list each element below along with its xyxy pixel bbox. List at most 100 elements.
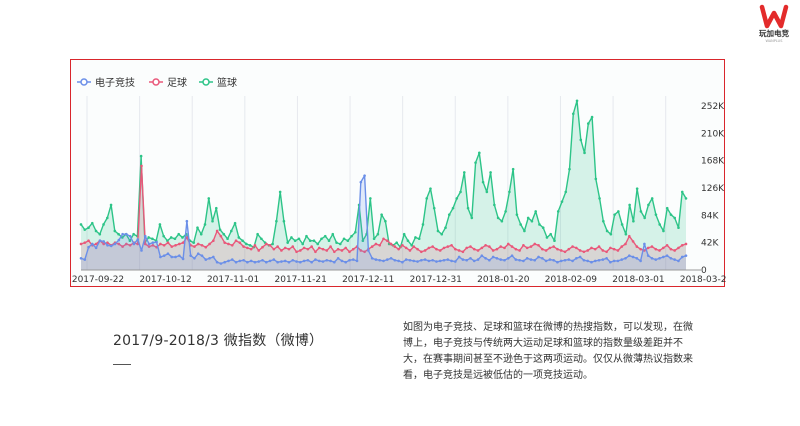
data-point: [465, 246, 468, 250]
data-point: [447, 213, 451, 216]
data-point: [325, 258, 329, 262]
data-point: [665, 206, 669, 210]
data-point: [609, 260, 612, 264]
data-point: [113, 229, 117, 233]
legend-item: 足球: [149, 76, 187, 89]
data-point: [465, 258, 468, 262]
svg-text:WANPLUS: WANPLUS: [766, 39, 784, 43]
legend-swatch-dot: [152, 78, 160, 86]
data-point: [204, 245, 208, 249]
data-point: [496, 216, 500, 220]
data-point: [297, 237, 301, 241]
data-point: [549, 232, 553, 236]
data-point: [200, 243, 204, 247]
data-point: [395, 241, 398, 244]
data-point: [260, 237, 263, 241]
data-point: [242, 258, 245, 262]
data-point: [136, 238, 140, 241]
data-point: [440, 232, 444, 236]
data-point: [199, 232, 203, 236]
data-point: [662, 255, 665, 259]
data-point: [605, 256, 608, 260]
data-point: [193, 256, 196, 260]
y-tick-label: 126K: [701, 184, 725, 194]
data-point: [612, 247, 616, 251]
data-point: [147, 236, 150, 239]
data-point: [654, 213, 658, 216]
data-point: [684, 197, 688, 200]
data-point: [495, 247, 499, 251]
data-point: [113, 242, 117, 246]
data-point: [508, 190, 511, 194]
x-tick-label: 2018-03-01: [612, 275, 664, 285]
data-point: [605, 250, 608, 254]
x-tick-label: 2017-12-11: [342, 275, 394, 285]
data-point: [499, 245, 503, 248]
data-point: [299, 249, 302, 252]
data-point: [526, 216, 530, 220]
x-tick-label: 2017-11-01: [207, 275, 259, 285]
data-point: [94, 246, 98, 250]
data-point: [461, 250, 465, 254]
data-point: [139, 154, 143, 158]
data-point: [564, 190, 568, 194]
data-point: [624, 232, 628, 236]
data-point: [306, 247, 310, 251]
data-point: [87, 245, 90, 249]
data-point: [382, 237, 385, 241]
data-point: [230, 243, 234, 247]
data-point: [442, 246, 446, 250]
data-point: [215, 260, 219, 264]
data-point: [287, 260, 291, 264]
data-point: [218, 228, 222, 231]
data-point: [677, 259, 680, 263]
data-point: [684, 254, 688, 257]
y-tick-label: 252K: [701, 102, 725, 112]
data-point: [650, 256, 654, 260]
data-point: [257, 260, 261, 263]
data-point: [177, 232, 181, 236]
data-point: [249, 259, 253, 263]
data-point: [402, 232, 406, 236]
data-point: [635, 245, 639, 248]
data-point: [169, 236, 173, 239]
data-point: [472, 259, 476, 263]
data-point: [271, 242, 274, 246]
data-point: [272, 247, 276, 251]
data-point: [117, 238, 121, 242]
data-point: [264, 242, 268, 246]
data-point: [299, 260, 302, 264]
data-point: [214, 206, 218, 210]
data-point: [522, 243, 525, 247]
data-point: [417, 237, 421, 241]
data-point: [208, 256, 211, 260]
data-point: [567, 258, 571, 261]
data-point: [132, 232, 135, 236]
data-point: [669, 247, 673, 251]
data-point: [208, 242, 211, 246]
data-point: [493, 203, 496, 207]
data-point: [393, 245, 397, 248]
data-point: [378, 258, 382, 262]
data-point: [522, 259, 525, 263]
data-point: [654, 258, 658, 261]
data-point: [602, 219, 605, 223]
data-point: [627, 234, 631, 238]
data-point: [312, 239, 316, 243]
data-point: [639, 259, 642, 263]
data-point: [374, 242, 378, 246]
wanplus-logo-icon: 玩加电竞 WANPLUS: [759, 4, 789, 43]
weibo-index-chart: 2017-09-22 2017-10-12 2017-11-01 2017-11-21…: [72, 76, 726, 285]
data-point: [246, 246, 249, 250]
brand-logo: 玩加电竞 WANPLUS: [756, 4, 792, 44]
data-point: [302, 246, 306, 250]
data-point: [310, 260, 313, 264]
data-point: [354, 230, 357, 234]
data-point: [414, 236, 417, 239]
data-point: [79, 223, 83, 226]
data-point: [552, 258, 555, 262]
data-point: [534, 210, 537, 213]
data-point: [384, 219, 387, 223]
data-point: [261, 245, 264, 249]
data-point: [488, 245, 491, 248]
